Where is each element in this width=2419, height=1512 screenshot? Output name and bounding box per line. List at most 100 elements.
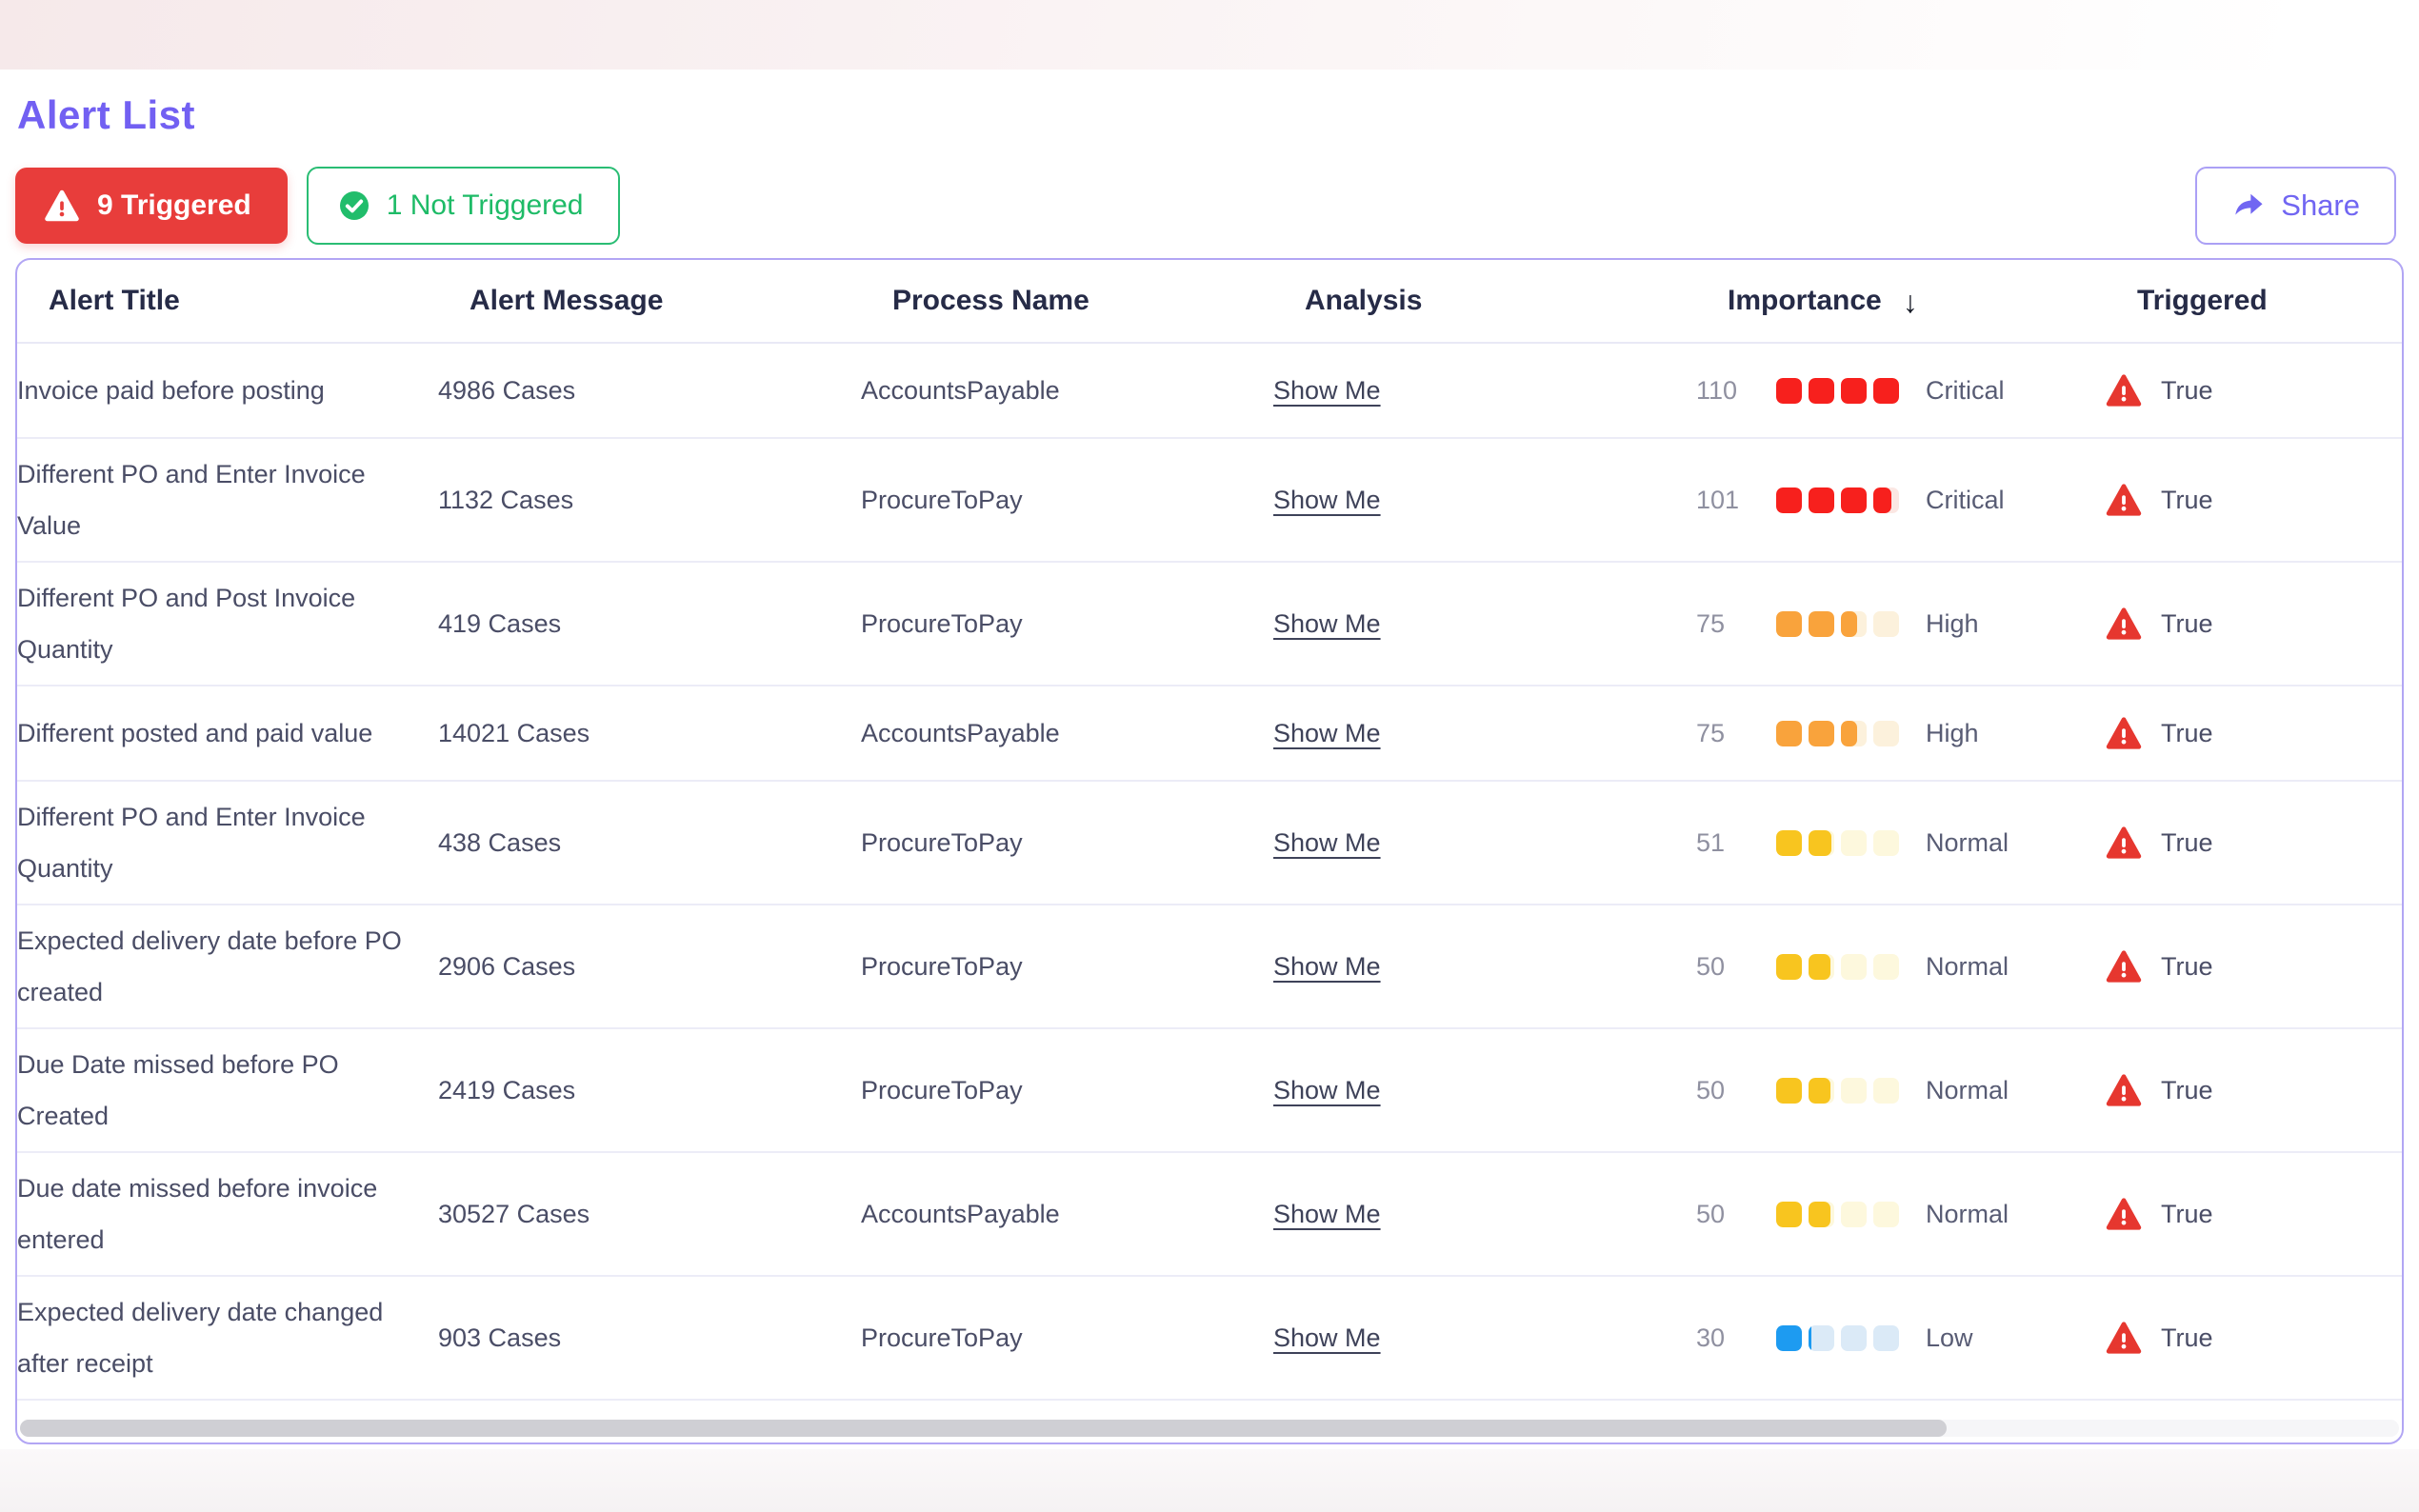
alert-triangle-icon <box>2106 826 2142 860</box>
horizontal-scrollbar-thumb[interactable] <box>20 1420 1948 1437</box>
importance-meter <box>1776 720 1899 746</box>
table-row: Different posted and paid value 14021 Ca… <box>17 686 2402 782</box>
importance-value: 50 <box>1696 1199 1726 1228</box>
process-name-cell: ProcureToPay <box>861 827 1023 857</box>
alert-message-cell: 1132 Cases <box>438 485 574 514</box>
table-header-row: Alert Title Alert Message Process Name A… <box>17 260 2402 344</box>
alert-title-cell: Expected delivery date changed after rec… <box>17 1298 384 1378</box>
analysis-cell: Show Me <box>1273 828 1696 858</box>
show-me-link[interactable]: Show Me <box>1273 376 1381 405</box>
show-me-link[interactable]: Show Me <box>1273 1076 1381 1104</box>
show-me-link[interactable]: Show Me <box>1273 952 1381 981</box>
not-triggered-filter-button[interactable]: 1 Not Triggered <box>306 167 620 245</box>
importance-level-label: Normal <box>1926 951 2009 981</box>
importance-meter <box>1776 953 1899 980</box>
column-header-alert-title: Alert Title <box>49 285 180 316</box>
table-row: Due Date missed before PO Created 2419 C… <box>17 1029 2402 1153</box>
alert-message-cell: 4986 Cases <box>438 375 576 405</box>
importance-cell: 101 Critical <box>1696 486 2106 515</box>
importance-level-label: Critical <box>1926 485 2005 514</box>
importance-meter <box>1776 1201 1899 1227</box>
importance-meter <box>1776 1077 1899 1104</box>
importance-cell: 30 Low <box>1696 1323 2106 1353</box>
importance-meter <box>1776 487 1899 513</box>
warning-triangle-icon <box>44 189 80 222</box>
not-triggered-filter-label: 1 Not Triggered <box>386 189 584 221</box>
importance-cell: 50 Normal <box>1696 1200 2106 1229</box>
table-row: Expected delivery date before PO created… <box>17 905 2402 1029</box>
triggered-cell: True <box>2106 1321 2402 1355</box>
triggered-value: True <box>2161 485 2213 514</box>
show-me-link[interactable]: Show Me <box>1273 1200 1381 1228</box>
alert-title-cell: Expected delivery date before PO created <box>17 926 402 1006</box>
process-name-cell: ProcureToPay <box>861 951 1023 981</box>
triggered-cell: True <box>2106 1073 2402 1107</box>
horizontal-scrollbar-track[interactable] <box>20 1420 2399 1437</box>
share-forward-icon <box>2231 190 2266 221</box>
analysis-cell: Show Me <box>1273 1200 1696 1229</box>
top-gradient-band <box>0 0 2419 70</box>
alert-table: Alert Title Alert Message Process Name A… <box>15 258 2404 1444</box>
alert-triangle-icon <box>2106 1197 2142 1231</box>
alert-triangle-icon <box>2106 373 2142 408</box>
alert-triangle-icon <box>2106 483 2142 517</box>
show-me-link[interactable]: Show Me <box>1273 609 1381 638</box>
analysis-cell: Show Me <box>1273 1076 1696 1105</box>
table-row: Due date missed before invoice entered 3… <box>17 1153 2402 1277</box>
triggered-filter-button[interactable]: 9 Triggered <box>15 168 288 244</box>
importance-value: 75 <box>1696 608 1726 638</box>
analysis-cell: Show Me <box>1273 1323 1696 1353</box>
table-row: Different PO and Post Invoice Quantity 4… <box>17 563 2402 686</box>
importance-cell: 50 Normal <box>1696 1076 2106 1105</box>
importance-value: 75 <box>1696 718 1726 747</box>
show-me-link[interactable]: Show Me <box>1273 828 1381 857</box>
alert-triangle-icon <box>2106 1321 2142 1355</box>
importance-meter <box>1776 377 1899 404</box>
triggered-value: True <box>2161 827 2213 857</box>
column-header-importance[interactable]: Importance ↓ <box>1728 284 2137 319</box>
triggered-value: True <box>2161 951 2213 981</box>
alert-title-cell: Different PO and Enter Invoice Value <box>17 460 366 540</box>
summary-toolbar: 9 Triggered 1 Not Triggered Share <box>15 167 2396 245</box>
importance-cell: 51 Normal <box>1696 828 2106 858</box>
table-row: Invoice paid before posting 4986 Cases A… <box>17 344 2402 439</box>
show-me-link[interactable]: Show Me <box>1273 1323 1381 1352</box>
triggered-cell: True <box>2106 826 2402 860</box>
alert-triangle-icon <box>2106 949 2142 984</box>
column-header-triggered: Triggered <box>2137 285 2268 316</box>
triggered-cell: True <box>2106 607 2402 641</box>
importance-level-label: High <box>1926 718 1979 747</box>
triggered-value: True <box>2161 718 2213 747</box>
alert-message-cell: 2906 Cases <box>438 951 576 981</box>
importance-value: 50 <box>1696 1075 1726 1104</box>
table-row: Different PO and Enter Invoice Quantity … <box>17 782 2402 905</box>
table-row: Expected delivery date changed after rec… <box>17 1277 2402 1401</box>
analysis-cell: Show Me <box>1273 719 1696 748</box>
alert-title-cell: Invoice paid before posting <box>17 376 325 405</box>
alert-message-cell: 2419 Cases <box>438 1075 576 1104</box>
importance-meter <box>1776 1324 1899 1351</box>
importance-cell: 75 High <box>1696 719 2106 748</box>
importance-level-label: Normal <box>1926 827 2009 857</box>
show-me-link[interactable]: Show Me <box>1273 486 1381 514</box>
column-header-alert-message: Alert Message <box>470 285 664 316</box>
share-button[interactable]: Share <box>2195 167 2396 245</box>
alert-message-cell: 30527 Cases <box>438 1199 590 1228</box>
analysis-cell: Show Me <box>1273 486 1696 515</box>
triggered-value: True <box>2161 1075 2213 1104</box>
importance-value: 50 <box>1696 951 1726 981</box>
triggered-cell: True <box>2106 716 2402 750</box>
importance-meter <box>1776 610 1899 637</box>
alert-title-cell: Due Date missed before PO Created <box>17 1050 339 1130</box>
column-header-analysis: Analysis <box>1305 285 1423 316</box>
alert-title-cell: Different PO and Enter Invoice Quantity <box>17 803 366 883</box>
alert-triangle-icon <box>2106 1073 2142 1107</box>
process-name-cell: ProcureToPay <box>861 608 1023 638</box>
triggered-value: True <box>2161 375 2213 405</box>
process-name-cell: ProcureToPay <box>861 485 1023 514</box>
bottom-gradient-band <box>0 1449 2419 1512</box>
importance-meter <box>1776 829 1899 856</box>
importance-level-label: Normal <box>1926 1199 2009 1228</box>
alert-message-cell: 14021 Cases <box>438 718 590 747</box>
show-me-link[interactable]: Show Me <box>1273 719 1381 747</box>
